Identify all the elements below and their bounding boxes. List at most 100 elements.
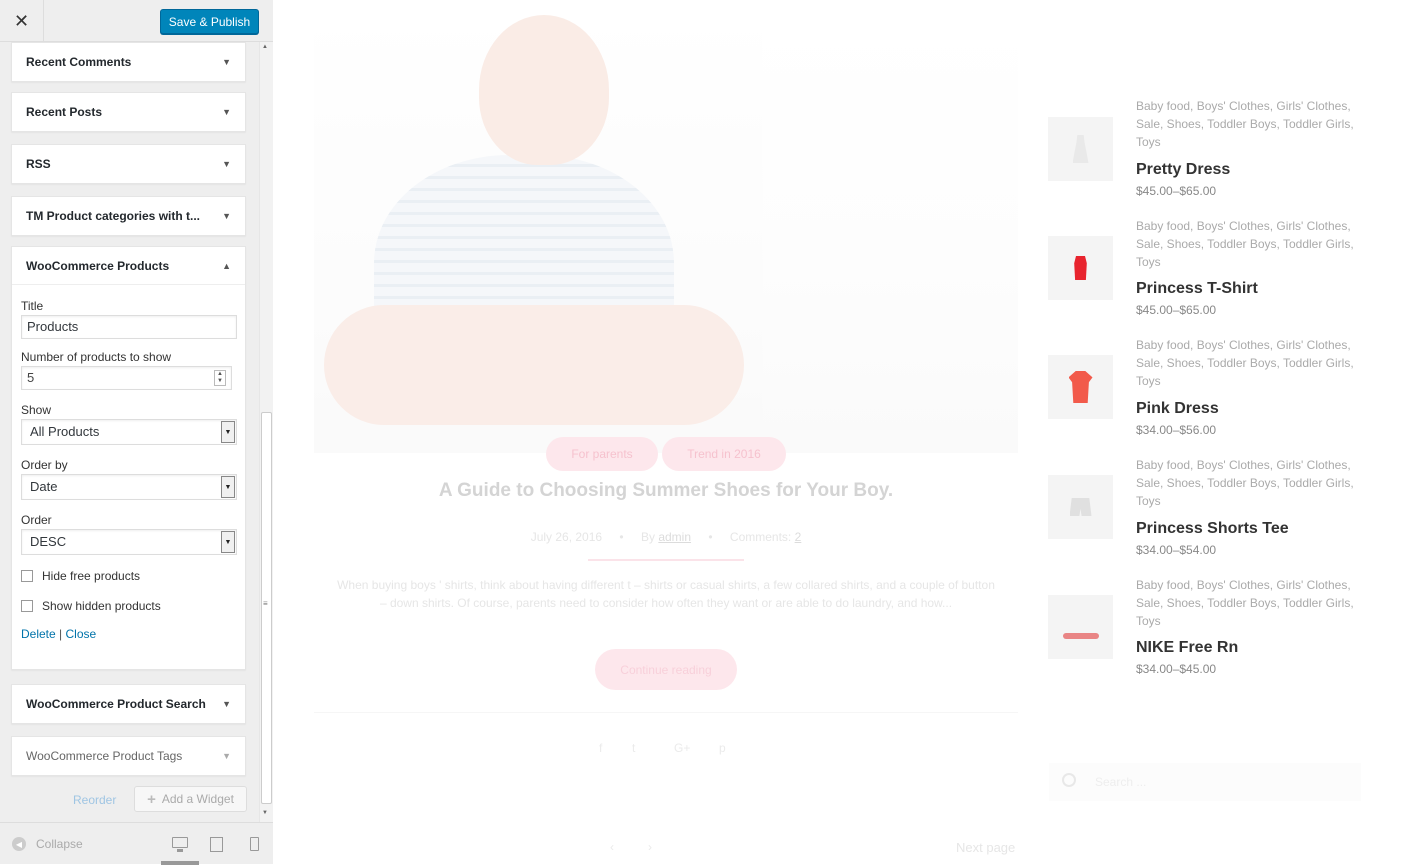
product-name[interactable]: NIKE Free Rn — [1136, 639, 1238, 657]
mobile-icon[interactable] — [250, 837, 259, 851]
widgets-list: Recent Comments ▼ Recent Posts ▼ RSS ▼ TM P… — [0, 42, 273, 822]
post-date: July 26, 2016 — [530, 530, 603, 544]
pinterest-icon[interactable]: p — [719, 741, 726, 755]
hide-free-label[interactable]: Hide free products — [42, 569, 140, 583]
widget-title: Recent Comments — [26, 55, 132, 69]
widget-form: Title Products Number of products to sho… — [12, 299, 245, 641]
product-categories: Baby food, Boys' Clothes, Girls' Clothes… — [1136, 458, 1354, 508]
order-select[interactable]: DESC ▼ — [21, 529, 237, 555]
chevron-down-icon[interactable]: ▼ — [222, 159, 231, 169]
product-thumbnail[interactable] — [1048, 475, 1113, 539]
spinner-icon[interactable]: ▲ ▼ — [214, 370, 226, 386]
caret-down-icon: ▼ — [221, 531, 235, 553]
scroll-down-icon[interactable]: ▼ — [262, 810, 268, 816]
meta-divider — [588, 559, 744, 561]
desktop-stand — [177, 849, 183, 852]
order-value: DESC — [30, 534, 67, 549]
post-featured-image — [314, 15, 1018, 453]
widget-title: RSS — [26, 157, 51, 171]
product-price: $45.00–$65.00 — [1136, 184, 1217, 198]
add-widget-button[interactable]: + Add a Widget — [134, 786, 247, 812]
product-thumbnail[interactable] — [1048, 117, 1113, 181]
reorder-link[interactable]: Reorder — [73, 793, 116, 807]
product-categories: Baby food, Boys' Clothes, Girls' Clothes… — [1136, 99, 1354, 149]
chevron-up-icon[interactable]: ▲ — [222, 261, 231, 271]
search-input[interactable]: Search ... — [1095, 775, 1146, 789]
facebook-icon[interactable]: f — [599, 741, 602, 755]
product-thumbnail[interactable] — [1048, 355, 1113, 419]
post-divider — [314, 712, 1018, 713]
chevron-down-icon[interactable]: ▼ — [222, 57, 231, 67]
show-hidden-label[interactable]: Show hidden products — [42, 599, 161, 613]
product-name[interactable]: Pink Dress — [1136, 400, 1219, 418]
product-price: $34.00–$56.00 — [1136, 423, 1217, 437]
product-categories: Baby food, Boys' Clothes, Girls' Clothes… — [1136, 219, 1354, 269]
widget-woocommerce-product-tags[interactable]: WooCommerce Product Tags ▼ — [11, 736, 246, 776]
show-hidden-row: Show hidden products — [21, 595, 236, 617]
show-label: Show — [21, 403, 52, 417]
add-widget-label: Add a Widget — [161, 792, 234, 806]
product-categories: Baby food, Boys' Clothes, Girls' Clothes… — [1136, 338, 1354, 388]
caret-down-icon: ▼ — [221, 421, 235, 443]
post-tag[interactable]: Trend in 2016 — [662, 437, 786, 471]
product-name[interactable]: Pretty Dress — [1136, 161, 1230, 179]
show-hidden-checkbox[interactable] — [21, 600, 33, 612]
twitter-icon[interactable]: t — [632, 741, 635, 755]
widget-recent-comments[interactable]: Recent Comments ▼ — [11, 42, 246, 82]
separator: | — [59, 627, 63, 641]
desktop-icon[interactable] — [172, 837, 188, 848]
widget-title: WooCommerce Product Search — [26, 697, 206, 711]
pager-next-icon[interactable]: › — [648, 840, 652, 854]
site-preview: For parents Trend in 2016 A Guide to Cho… — [274, 0, 1422, 864]
search-widget[interactable]: Search ... — [1049, 763, 1361, 801]
title-input[interactable]: Products — [21, 315, 237, 339]
chevron-down-icon[interactable]: ▼ — [222, 211, 231, 221]
show-select[interactable]: All Products ▼ — [21, 419, 237, 445]
continue-reading-button[interactable]: Continue reading — [595, 649, 737, 690]
hide-free-checkbox[interactable] — [21, 570, 33, 582]
widget-title: Recent Posts — [26, 105, 103, 119]
chevron-down-icon[interactable]: ▼ — [222, 699, 231, 709]
close-icon[interactable]: ✕ — [0, 0, 44, 42]
panel-scrollbar[interactable]: ▲ ≡ ▼ — [259, 42, 273, 822]
widget-actions: Delete | Close — [21, 627, 236, 641]
post-excerpt: When buying boys ' shirts, think about h… — [337, 578, 995, 610]
delete-link[interactable]: Delete — [21, 627, 56, 641]
order-label: Order — [21, 513, 52, 527]
collapse-button[interactable]: ◀ Collapse — [12, 837, 83, 851]
orderby-label: Order by — [21, 458, 68, 472]
widget-woocommerce-products: WooCommerce Products ▲ Title Products Num… — [11, 246, 246, 670]
title-label: Title — [21, 299, 44, 313]
product-thumbnail[interactable] — [1048, 595, 1113, 659]
pager-prev-icon[interactable]: ‹ — [610, 840, 614, 854]
widget-tm-product-categories[interactable]: TM Product categories with t... ▼ — [11, 196, 246, 236]
caret-down-icon: ▼ — [221, 476, 235, 498]
widget-rss[interactable]: RSS ▼ — [11, 144, 246, 184]
save-publish-button[interactable]: Save & Publish — [160, 9, 259, 34]
panel-footer: ◀ Collapse — [0, 822, 273, 865]
next-page-link[interactable]: Next page — [956, 840, 1015, 855]
chevron-down-icon[interactable]: ▼ — [222, 751, 231, 761]
google-plus-icon[interactable]: G+ — [674, 741, 690, 755]
product-name[interactable]: Princess T-Shirt — [1136, 280, 1258, 298]
count-label: Number of products to show — [21, 350, 172, 364]
widget-woocommerce-product-search[interactable]: WooCommerce Product Search ▼ — [11, 684, 246, 724]
post-title[interactable]: A Guide to Choosing Summer Shoes for You… — [314, 480, 1018, 502]
orderby-select[interactable]: Date ▼ — [21, 474, 237, 500]
tablet-icon[interactable] — [210, 837, 223, 852]
product-name[interactable]: Princess Shorts Tee — [1136, 520, 1289, 538]
comments-count-link[interactable]: 2 — [795, 530, 802, 544]
plus-icon: + — [147, 790, 156, 808]
chevron-down-icon[interactable]: ▼ — [222, 107, 231, 117]
post-author-link[interactable]: admin — [658, 530, 691, 544]
scroll-thumb[interactable]: ≡ — [261, 412, 272, 804]
hide-free-row: Hide free products — [21, 565, 236, 587]
close-link[interactable]: Close — [66, 627, 97, 641]
collapse-icon: ◀ — [12, 837, 26, 851]
count-input[interactable]: 5 ▲ ▼ — [21, 366, 232, 390]
post-tag[interactable]: For parents — [546, 437, 658, 471]
orderby-value: Date — [30, 479, 58, 494]
widget-recent-posts[interactable]: Recent Posts ▼ — [11, 92, 246, 132]
product-thumbnail[interactable] — [1048, 236, 1113, 300]
scroll-up-icon[interactable]: ▲ — [262, 44, 268, 50]
